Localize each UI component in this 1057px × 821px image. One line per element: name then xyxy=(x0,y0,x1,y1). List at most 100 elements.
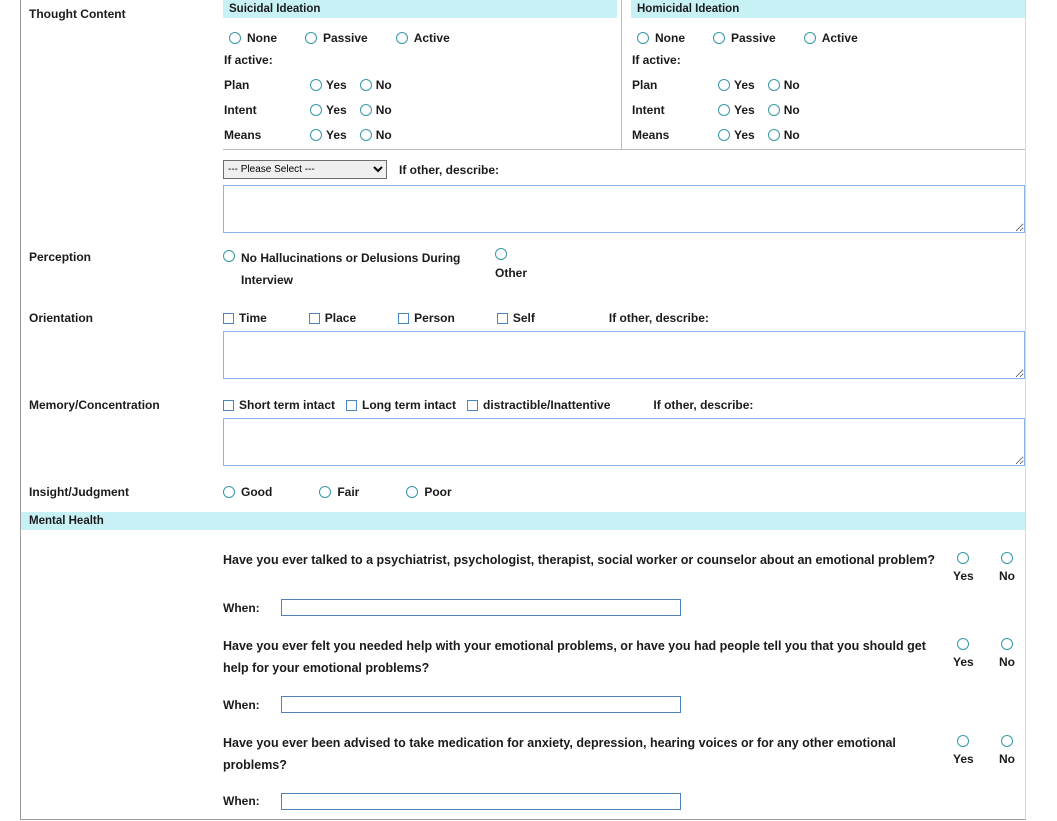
radio-icon[interactable] xyxy=(637,32,649,44)
perception-other-option[interactable]: Other xyxy=(495,247,527,291)
checkbox-icon[interactable] xyxy=(398,313,409,324)
suicidal-plan-yes[interactable]: Yes xyxy=(310,78,347,92)
option-label: distractible/Inattentive xyxy=(483,398,610,412)
suicidal-means-no[interactable]: No xyxy=(360,128,392,142)
radio-icon[interactable] xyxy=(360,129,372,141)
mental-status-form: Thought Content Suicidal Ideation None P… xyxy=(20,0,1026,820)
radio-icon[interactable] xyxy=(718,79,730,91)
radio-icon[interactable] xyxy=(310,104,322,116)
suicidal-intent-no[interactable]: No xyxy=(360,103,392,117)
orientation-place-option[interactable]: Place xyxy=(309,311,356,325)
homicidal-intent-yes[interactable]: Yes xyxy=(718,103,755,117)
option-label: Fair xyxy=(337,485,359,499)
radio-icon[interactable] xyxy=(804,32,816,44)
option-label: None xyxy=(247,31,277,45)
when-input[interactable] xyxy=(281,696,681,713)
radio-icon[interactable] xyxy=(310,79,322,91)
suicidal-active-option[interactable]: Active xyxy=(396,31,450,45)
question-row: Have you ever talked to a psychiatrist, … xyxy=(223,550,1025,583)
suicidal-plan-no[interactable]: No xyxy=(360,78,392,92)
insight-poor-option[interactable]: Poor xyxy=(406,485,451,499)
no-label: No xyxy=(784,128,800,142)
radio-icon[interactable] xyxy=(957,552,969,564)
orientation-person-option[interactable]: Person xyxy=(398,311,455,325)
radio-icon[interactable] xyxy=(310,129,322,141)
suicidal-passive-option[interactable]: Passive xyxy=(305,31,368,45)
long-term-intact-option[interactable]: Long term intact xyxy=(346,398,456,412)
ideation-select[interactable]: --- Please Select --- xyxy=(223,160,387,179)
radio-icon[interactable] xyxy=(223,250,235,262)
distractible-option[interactable]: distractible/Inattentive xyxy=(467,398,610,412)
radio-icon[interactable] xyxy=(495,248,507,260)
radio-icon[interactable] xyxy=(1001,638,1013,650)
answer-no[interactable]: No xyxy=(999,638,1015,669)
radio-icon[interactable] xyxy=(319,486,331,498)
answer-no[interactable]: No xyxy=(999,735,1015,766)
suicidal-ideation-panel: Suicidal Ideation None Passive Active If… xyxy=(223,0,622,149)
orientation-time-option[interactable]: Time xyxy=(223,311,267,325)
yes-label: Yes xyxy=(953,569,974,583)
homicidal-means-yes[interactable]: Yes xyxy=(718,128,755,142)
option-label: Short term intact xyxy=(239,398,335,412)
option-label: Poor xyxy=(424,485,451,499)
insight-good-option[interactable]: Good xyxy=(223,485,272,499)
answer-yes[interactable]: Yes xyxy=(953,735,974,766)
suicidal-none-option[interactable]: None xyxy=(229,31,277,45)
checkbox-icon[interactable] xyxy=(467,400,478,411)
radio-icon[interactable] xyxy=(718,129,730,141)
homicidal-plan-no[interactable]: No xyxy=(768,78,800,92)
radio-icon[interactable] xyxy=(406,486,418,498)
suicidal-means-yes[interactable]: Yes xyxy=(310,128,347,142)
radio-icon[interactable] xyxy=(360,104,372,116)
homicidal-means-no[interactable]: No xyxy=(768,128,800,142)
checkbox-icon[interactable] xyxy=(223,400,234,411)
radio-icon[interactable] xyxy=(360,79,372,91)
radio-icon[interactable] xyxy=(396,32,408,44)
radio-icon[interactable] xyxy=(768,79,780,91)
checkbox-icon[interactable] xyxy=(346,400,357,411)
answer-yes[interactable]: Yes xyxy=(953,552,974,583)
homicidal-active-option[interactable]: Active xyxy=(804,31,858,45)
answer-no[interactable]: No xyxy=(999,552,1015,583)
thought-content-describe-textarea[interactable] xyxy=(223,185,1025,233)
radio-icon[interactable] xyxy=(223,486,235,498)
homicidal-intent-no[interactable]: No xyxy=(768,103,800,117)
when-input[interactable] xyxy=(281,599,681,616)
no-hallucinations-label: No Hallucinations or Delusions During In… xyxy=(241,247,473,291)
when-row: When: xyxy=(223,793,1025,810)
suicidal-plan-row: Plan Yes No xyxy=(224,78,617,92)
orientation-self-option[interactable]: Self xyxy=(497,311,535,325)
short-term-intact-option[interactable]: Short term intact xyxy=(223,398,335,412)
radio-icon[interactable] xyxy=(1001,552,1013,564)
homicidal-means-row: Means Yes No xyxy=(632,128,1025,142)
orientation-describe-textarea[interactable] xyxy=(223,331,1025,379)
homicidal-none-option[interactable]: None xyxy=(637,31,685,45)
checkbox-icon[interactable] xyxy=(497,313,508,324)
homicidal-passive-option[interactable]: Passive xyxy=(713,31,776,45)
suicidal-if-active-label: If active: xyxy=(224,53,617,67)
answer-yes[interactable]: Yes xyxy=(953,638,974,669)
no-hallucinations-option[interactable]: No Hallucinations or Delusions During In… xyxy=(223,247,481,291)
radio-icon[interactable] xyxy=(768,104,780,116)
suicidal-intent-yes[interactable]: Yes xyxy=(310,103,347,117)
radio-icon[interactable] xyxy=(768,129,780,141)
radio-icon[interactable] xyxy=(718,104,730,116)
homicidal-ideation-panel: Homicidal Ideation None Passive Active I… xyxy=(622,0,1025,149)
radio-icon[interactable] xyxy=(713,32,725,44)
radio-icon[interactable] xyxy=(305,32,317,44)
radio-icon[interactable] xyxy=(1001,735,1013,747)
suicidal-intent-row: Intent Yes No xyxy=(224,103,617,117)
insight-fair-option[interactable]: Fair xyxy=(319,485,359,499)
radio-icon[interactable] xyxy=(229,32,241,44)
radio-icon[interactable] xyxy=(957,638,969,650)
checkbox-icon[interactable] xyxy=(309,313,320,324)
no-label: No xyxy=(784,78,800,92)
when-label: When: xyxy=(223,601,281,615)
memory-describe-textarea[interactable] xyxy=(223,418,1025,466)
homicidal-intent-row: Intent Yes No xyxy=(632,103,1025,117)
yes-label: Yes xyxy=(734,103,755,117)
radio-icon[interactable] xyxy=(957,735,969,747)
homicidal-plan-yes[interactable]: Yes xyxy=(718,78,755,92)
when-input[interactable] xyxy=(281,793,681,810)
checkbox-icon[interactable] xyxy=(223,313,234,324)
